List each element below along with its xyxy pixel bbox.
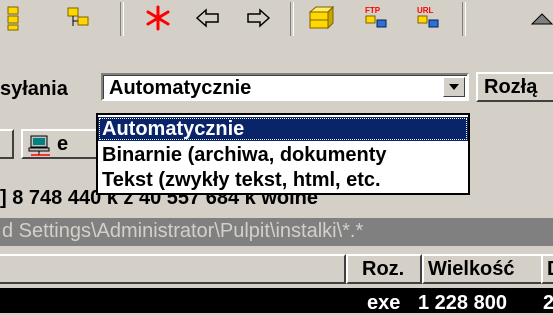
toolbar-separator [290, 2, 294, 36]
arrow-left-icon[interactable] [194, 4, 222, 32]
disconnect-button-label: Rozłą [484, 76, 538, 98]
dropdown-option[interactable]: Tekst (zwykły tekst, html, etc. [98, 168, 468, 192]
network-drive-icon [28, 135, 50, 156]
file-size: 1 228 800 [418, 292, 507, 314]
disconnect-button[interactable]: Rozłą [476, 72, 553, 102]
combobox-dropdown-button[interactable] [443, 77, 465, 97]
transfer-mode-label: syłania [0, 78, 68, 100]
column-header-name[interactable] [0, 254, 346, 284]
toolbar: FTP URL [0, 0, 553, 40]
ftp-icon[interactable]: FTP [362, 4, 390, 32]
chevron-down-icon [449, 84, 459, 90]
drive-button-label: e [57, 133, 69, 155]
row2-left-button[interactable] [0, 129, 14, 159]
arrow-right-icon[interactable] [244, 4, 272, 32]
current-path: d Settings\Administrator\Pulpit\instalki… [2, 220, 364, 242]
column-header-ext[interactable]: Roz. [346, 254, 422, 284]
dropdown-option[interactable]: Automatycznie [98, 117, 468, 141]
toolbar-separator [462, 2, 466, 36]
archive-icon[interactable] [306, 4, 334, 32]
column-header-size-label: Wielkość [428, 258, 515, 280]
dropdown-option[interactable]: Binarnie (archiwa, dokumenty [98, 143, 468, 167]
asterisk-icon[interactable] [144, 4, 172, 32]
column-header-size[interactable]: Wielkość [422, 254, 544, 284]
file-ext: exe [367, 292, 401, 314]
column-header-date[interactable]: D [541, 254, 553, 284]
toolbar-separator [120, 2, 124, 36]
tree-icon[interactable] [4, 4, 32, 32]
column-header-ext-label: Roz. [362, 258, 405, 280]
url-icon[interactable]: URL [414, 4, 442, 32]
svg-text:URL: URL [417, 6, 434, 15]
svg-text:FTP: FTP [365, 6, 381, 15]
folder-tree-icon[interactable] [64, 4, 92, 32]
file-date: 2 [543, 292, 553, 314]
file-list-row[interactable]: exe 1 228 800 2 [0, 288, 553, 314]
current-path-bar[interactable]: d Settings\Administrator\Pulpit\instalki… [0, 218, 553, 246]
transfer-mode-combobox[interactable]: Automatycznie [101, 73, 469, 101]
transfer-mode-value: Automatycznie [109, 77, 252, 99]
tool-icon[interactable] [528, 4, 553, 32]
column-header-date-label: D [547, 257, 553, 281]
transfer-mode-dropdown-list: Automatycznie Binarnie (archiwa, dokumen… [96, 113, 470, 195]
